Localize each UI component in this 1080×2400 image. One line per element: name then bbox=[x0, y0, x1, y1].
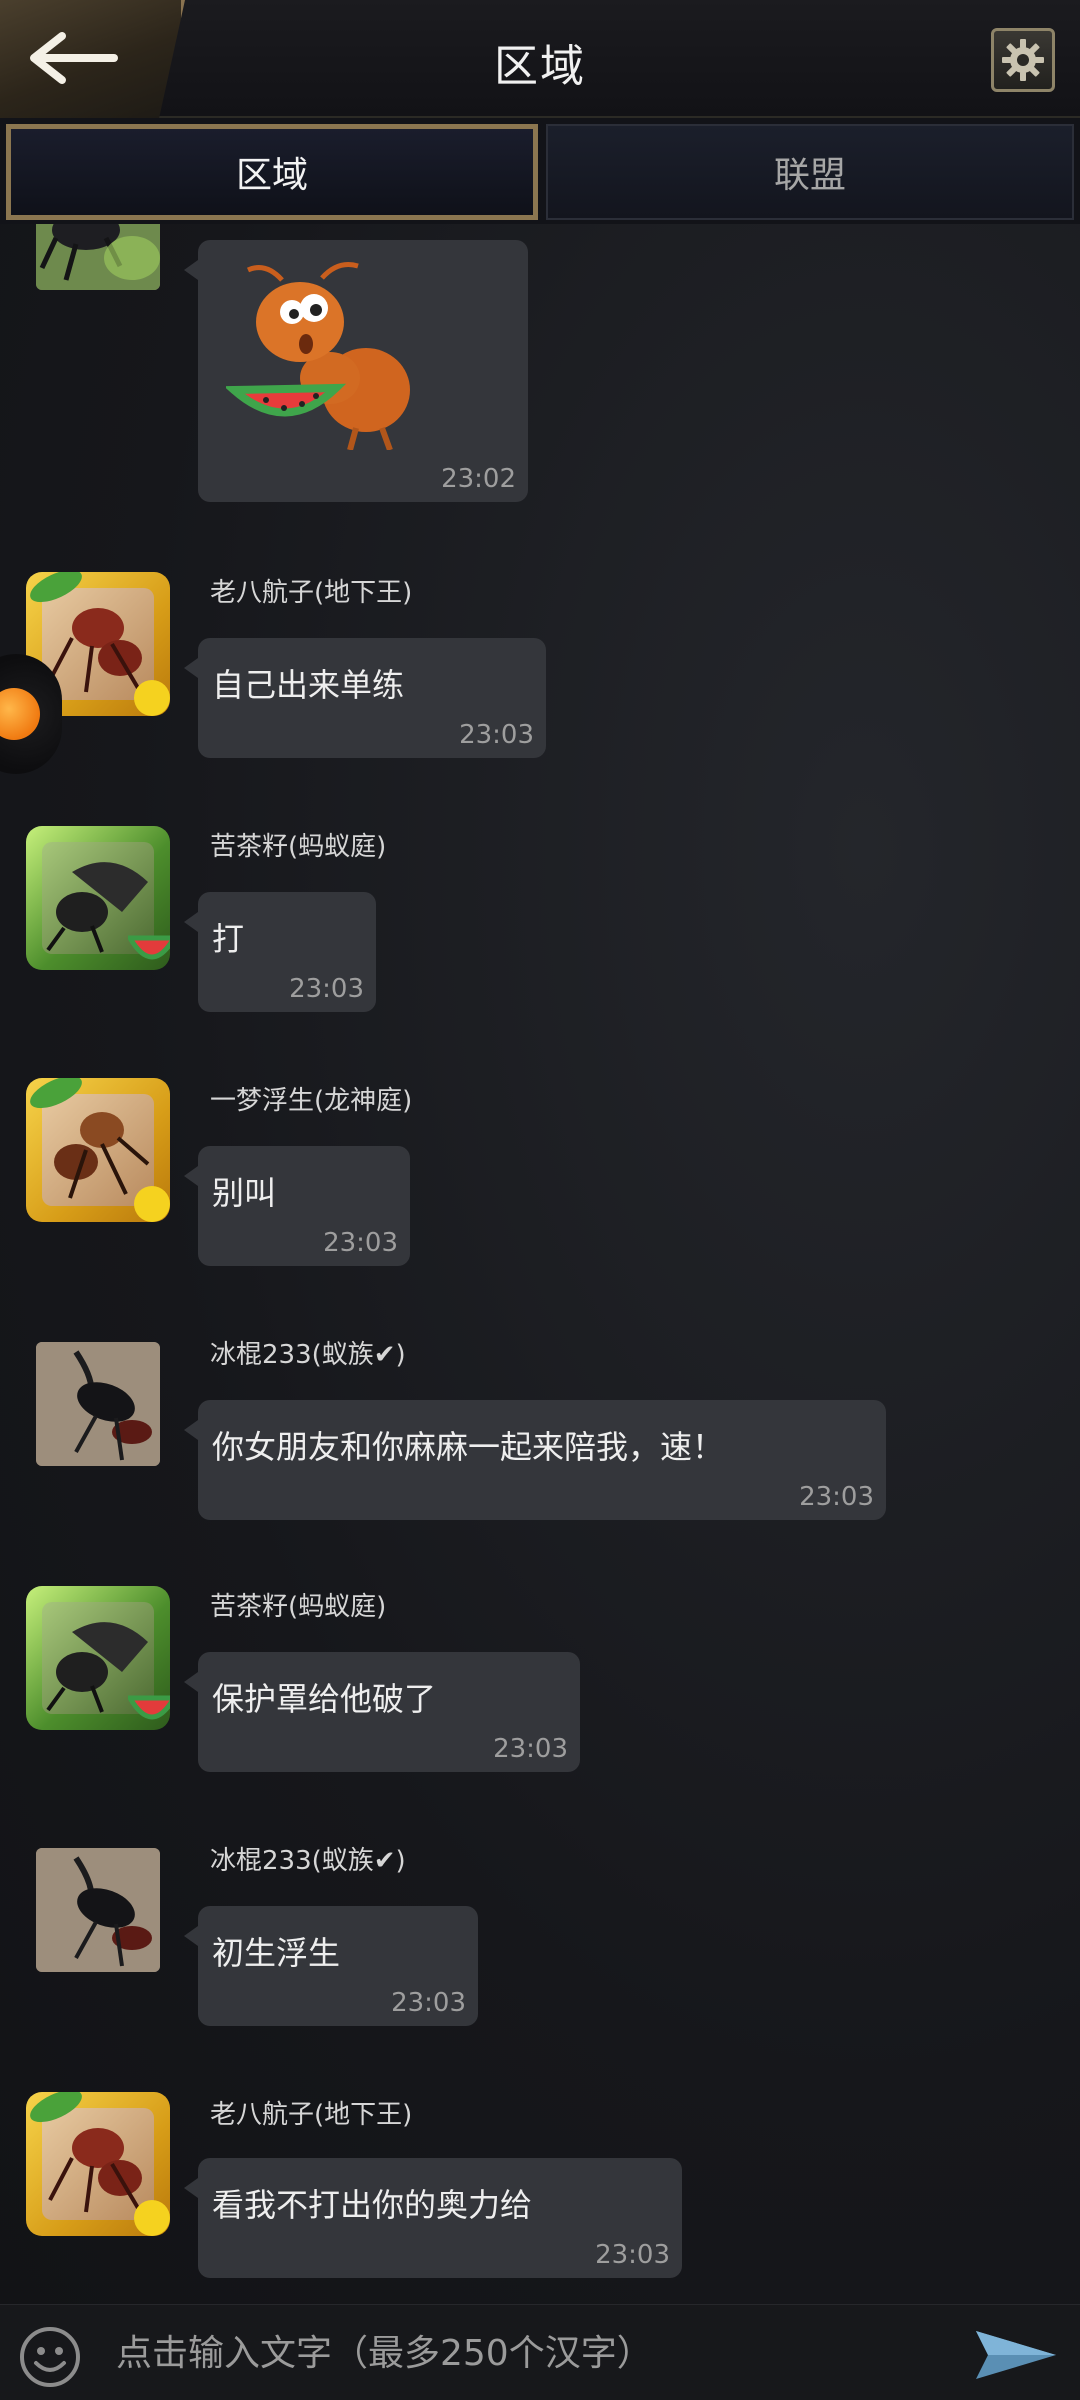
message-time: 23:03 bbox=[459, 720, 534, 750]
sender-name[interactable]: 冰棍233(蚁族✔) bbox=[210, 1840, 406, 1877]
sticker-bubble[interactable]: 23:02 bbox=[184, 240, 528, 502]
message-time: 23:03 bbox=[391, 1988, 466, 2018]
sender-name[interactable]: 老八航子(地下王) bbox=[210, 572, 412, 609]
avatar[interactable] bbox=[26, 2092, 170, 2236]
watermelon-badge-icon bbox=[128, 935, 170, 960]
sender-name[interactable]: 苦茶籽(蚂蚁庭) bbox=[210, 1586, 386, 1623]
settings-button[interactable] bbox=[991, 28, 1055, 92]
message-bubble[interactable]: 初生浮生 23:03 bbox=[184, 1906, 478, 2026]
message-bubble[interactable]: 你女朋友和你麻麻一起来陪我，速！ 23:03 bbox=[184, 1400, 886, 1520]
avatar[interactable] bbox=[36, 1848, 160, 1972]
message-bubble[interactable]: 自己出来单练 23:03 bbox=[184, 638, 546, 758]
leaf-badge-icon bbox=[30, 1078, 82, 1109]
message-bubble[interactable]: 打 23:03 bbox=[184, 892, 376, 1012]
fish-icon bbox=[0, 688, 40, 740]
floating-side-button[interactable] bbox=[0, 654, 62, 774]
leaf-badge-icon bbox=[30, 2092, 82, 2123]
message-text: 别叫 bbox=[212, 1174, 277, 1212]
lemon-badge-icon bbox=[134, 1186, 170, 1222]
message-time: 23:03 bbox=[323, 1228, 398, 1258]
message-text: 自己出来单练 bbox=[212, 666, 405, 704]
avatar[interactable] bbox=[36, 1342, 160, 1466]
message-text: 保护罩给他破了 bbox=[212, 1680, 437, 1718]
message-text: 你女朋友和你麻麻一起来陪我，速！ bbox=[212, 1428, 725, 1466]
avatar[interactable] bbox=[26, 826, 170, 970]
sender-name[interactable]: 老八航子(地下王) bbox=[210, 2094, 412, 2131]
chat-input-bar: 点击输入文字（最多250个汉字） bbox=[0, 2304, 1080, 2400]
lemon-badge-icon bbox=[134, 680, 170, 716]
sender-name[interactable]: 苦茶籽(蚂蚁庭) bbox=[210, 826, 386, 863]
ant-watermelon-sticker bbox=[226, 262, 410, 450]
send-icon[interactable] bbox=[974, 2329, 1058, 2381]
tab-alliance[interactable]: 联盟 bbox=[546, 124, 1074, 220]
avatar[interactable] bbox=[36, 224, 160, 290]
gear-icon bbox=[1002, 39, 1044, 81]
channel-tabs: 区域 联盟 bbox=[0, 118, 1080, 224]
message-text: 看我不打出你的奥力给 bbox=[212, 2186, 533, 2224]
chat-list[interactable]: 23:02 老八航子(地下王) 自己出来单练 23:03 苦茶籽(蚂蚁庭) 打 … bbox=[0, 224, 1080, 2304]
beetle-avatar-icon bbox=[36, 224, 160, 290]
message-text: 初生浮生 bbox=[212, 1934, 341, 1972]
message-text: 打 bbox=[212, 920, 245, 958]
message-input[interactable]: 点击输入文字（最多250个汉字） bbox=[116, 2323, 936, 2385]
top-bar: 区域 bbox=[0, 0, 1080, 118]
page-title: 区域 bbox=[494, 41, 586, 92]
tab-region[interactable]: 区域 bbox=[6, 124, 538, 220]
message-bubble[interactable]: 别叫 23:03 bbox=[184, 1146, 410, 1266]
lemon-badge-icon bbox=[134, 2200, 170, 2236]
sender-name[interactable]: 冰棍233(蚁族✔) bbox=[210, 1334, 406, 1371]
message-bubble[interactable]: 看我不打出你的奥力给 23:03 bbox=[184, 2158, 682, 2278]
message-time: 23:03 bbox=[595, 2240, 670, 2270]
message-bubble[interactable]: 保护罩给他破了 23:03 bbox=[184, 1652, 580, 1772]
emoji-icon[interactable] bbox=[18, 2325, 82, 2389]
watermelon-badge-icon bbox=[128, 1695, 170, 1720]
message-time: 23:03 bbox=[289, 974, 364, 1004]
message-time: 23:02 bbox=[441, 464, 516, 494]
beetle-avatar-icon bbox=[36, 1342, 160, 1466]
beetle-avatar-icon bbox=[36, 1848, 160, 1972]
avatar[interactable] bbox=[26, 1078, 170, 1222]
message-time: 23:03 bbox=[799, 1482, 874, 1512]
avatar[interactable] bbox=[26, 1586, 170, 1730]
leaf-badge-icon bbox=[30, 572, 82, 603]
message-time: 23:03 bbox=[493, 1734, 568, 1764]
sender-name[interactable]: 一梦浮生(龙神庭) bbox=[210, 1080, 412, 1117]
